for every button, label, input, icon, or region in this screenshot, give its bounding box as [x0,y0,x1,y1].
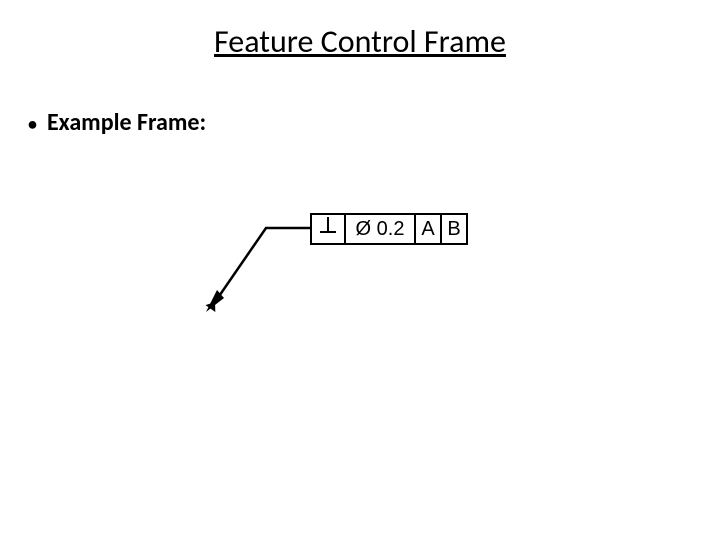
fcf-tolerance: Ø 0.2 [345,214,415,244]
fcf-datum-primary: A [415,214,441,244]
bullet-text: Example Frame: [47,108,206,137]
bullet-item: • Example Frame: [28,108,206,137]
fcf-geometric-characteristic [311,214,345,244]
feature-control-frame: Ø 0.2 A B [310,213,468,245]
bullet-dot: • [28,113,37,135]
fcf-datum-secondary: B [441,214,467,244]
slide-title: Feature Control Frame [0,22,720,61]
perpendicularity-icon [320,215,336,235]
